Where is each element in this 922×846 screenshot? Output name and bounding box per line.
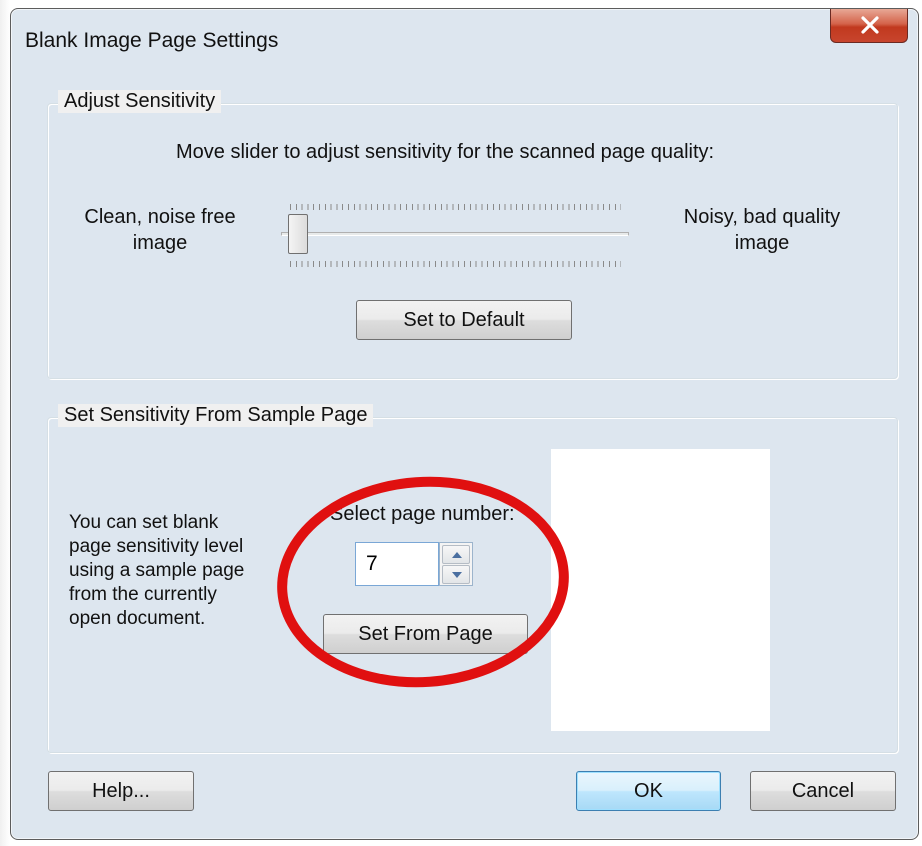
description-line: open document. (69, 608, 206, 629)
clean-image-label-line2: image (132, 232, 188, 254)
sample-page-legend: Set Sensitivity From Sample Page (58, 404, 374, 427)
spin-up-button[interactable] (442, 545, 470, 564)
set-from-page-button[interactable]: Set From Page (323, 614, 528, 654)
arrow-down-icon (452, 572, 462, 578)
select-page-number-label: Select page number: (330, 503, 515, 525)
clean-image-label: Clean, noise free image (60, 206, 260, 255)
description-line: from the currently (69, 584, 217, 605)
slider-instruction: Move slider to adjust sensitivity for th… (176, 141, 715, 163)
page-preview-area (551, 449, 770, 731)
clean-image-label-line1: Clean, noise free (84, 206, 236, 228)
noisy-image-label-line1: Noisy, bad quality (683, 206, 841, 228)
slider-ticks-bottom (290, 261, 621, 267)
description-line: using a sample page (69, 560, 245, 581)
adjust-sensitivity-legend: Adjust Sensitivity (58, 90, 222, 113)
page-number-input[interactable] (355, 542, 439, 586)
sample-description: You can set blank page sensitivity level… (69, 511, 244, 631)
set-to-default-button[interactable]: Set to Default (356, 300, 572, 340)
dialog-content: Adjust Sensitivity Move slider to adjust… (0, 0, 922, 846)
sensitivity-slider-track[interactable] (281, 232, 629, 236)
slider-ticks-top (290, 204, 621, 210)
noisy-image-label-line2: image (734, 232, 790, 254)
sensitivity-slider-thumb[interactable] (288, 214, 308, 254)
description-line: page sensitivity level (69, 536, 244, 557)
description-line: You can set blank (69, 512, 219, 533)
help-button[interactable]: Help... (48, 771, 194, 811)
cancel-button[interactable]: Cancel (750, 771, 896, 811)
arrow-up-icon (452, 552, 462, 558)
noisy-image-label: Noisy, bad quality image (662, 206, 862, 255)
spin-down-button[interactable] (442, 565, 470, 584)
page-number-spinner (439, 542, 473, 586)
ok-button[interactable]: OK (576, 771, 721, 811)
